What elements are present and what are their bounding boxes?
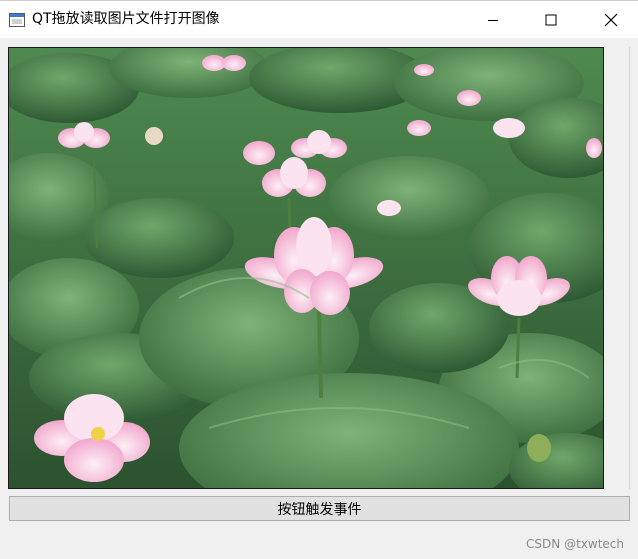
minimize-icon: [487, 14, 499, 26]
close-button[interactable]: [588, 1, 634, 38]
close-icon: [604, 13, 618, 27]
trigger-event-button[interactable]: 按钮触发事件: [9, 496, 630, 521]
lotus-flowers-photo: [9, 48, 603, 488]
minimize-button[interactable]: [470, 1, 516, 38]
csdn-watermark: CSDN @txwtech: [526, 537, 624, 551]
main-window: QT拖放读取图片文件打开图像 按钮触发事件 CSDN @txwtech: [0, 0, 638, 559]
right-panel-gap: [604, 47, 630, 489]
maximize-button[interactable]: [528, 1, 574, 38]
qt-window-icon: [9, 12, 25, 27]
image-display-label[interactable]: [8, 47, 604, 489]
title-bar[interactable]: QT拖放读取图片文件打开图像: [0, 0, 638, 38]
maximize-icon: [545, 14, 557, 26]
window-title: QT拖放读取图片文件打开图像: [32, 11, 220, 27]
